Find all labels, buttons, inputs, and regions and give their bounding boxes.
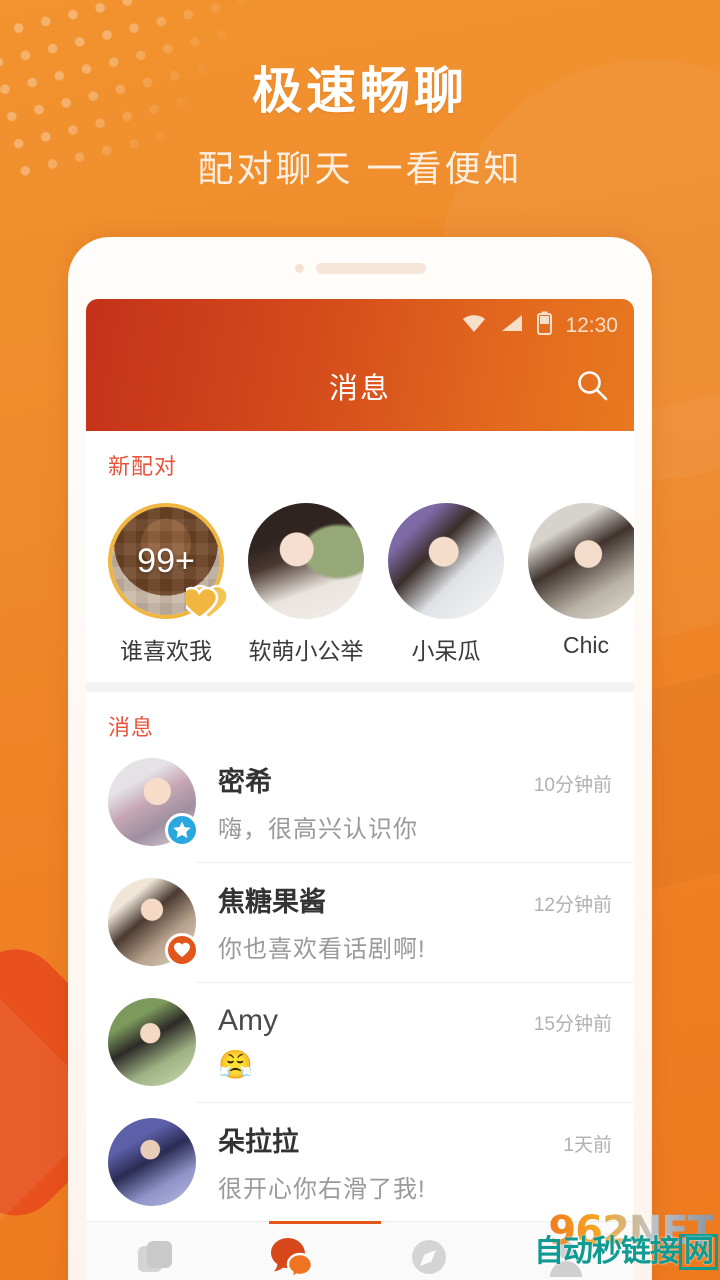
match-label: Chic bbox=[562, 632, 609, 658]
cellular-signal-icon bbox=[500, 313, 524, 339]
app-header-bar: 12:30 消息 bbox=[86, 299, 634, 431]
message-list-item[interactable]: 焦糖果酱 12分钟前 你也喜欢看话剧啊! bbox=[86, 862, 634, 982]
section-divider bbox=[86, 682, 634, 692]
earpiece-speaker-slot bbox=[315, 262, 426, 274]
match-card-who-likes-me[interactable]: 99+ 谁喜欢我 bbox=[108, 503, 229, 666]
hero-title: 极速畅聊 bbox=[252, 63, 468, 119]
match-card[interactable]: 软萌小公举 bbox=[248, 503, 364, 666]
avatar bbox=[248, 503, 364, 619]
heart-badge-icon bbox=[180, 583, 229, 621]
message-preview: 很开心你右滑了我! bbox=[218, 1176, 426, 1203]
avatar bbox=[108, 1118, 196, 1206]
message-top-row: 焦糖果酱 12分钟前 bbox=[218, 880, 612, 919]
star-badge-icon bbox=[165, 813, 199, 847]
message-body: 密希 10分钟前 嗨，很高兴认识你 bbox=[196, 760, 612, 844]
profile-photo bbox=[528, 503, 634, 619]
nav-tab-chat[interactable] bbox=[223, 1222, 360, 1280]
avatar-wrap bbox=[528, 503, 634, 619]
contact-name: 密希 bbox=[218, 767, 272, 797]
message-body: 焦糖果酱 12分钟前 你也喜欢看话剧啊! bbox=[196, 880, 612, 964]
site-watermark: 962NET 自动秒链接网 bbox=[534, 1204, 720, 1272]
message-list: 密希 10分钟前 嗨，很高兴认识你 焦糖果酱 12分钟前 你也喜欢看话剧啊! A… bbox=[86, 742, 634, 1222]
avatar-wrap bbox=[108, 878, 199, 967]
message-preview: 嗨，很高兴认识你 bbox=[218, 816, 418, 843]
message-timestamp: 15分钟前 bbox=[533, 1013, 612, 1035]
avatar-wrap bbox=[108, 758, 199, 847]
new-matches-section: 新配对 99+ 谁喜欢我 软萌小公举 小呆瓜 Chic bbox=[86, 431, 634, 682]
profile-photo bbox=[108, 1118, 196, 1206]
message-timestamp: 12分钟前 bbox=[533, 895, 612, 916]
compass-explore-icon bbox=[409, 1237, 449, 1280]
message-timestamp: 1天前 bbox=[563, 1135, 612, 1156]
messages-label: 消息 bbox=[108, 715, 155, 740]
phone-mockup-frame: 12:30 消息 新配对 99+ 谁喜欢我 软萌小公举 小呆瓜 Chic 消息 … bbox=[68, 237, 652, 1280]
message-timestamp: 10分钟前 bbox=[533, 775, 612, 796]
nav-tab-explore[interactable] bbox=[360, 1222, 497, 1280]
match-card[interactable]: Chic bbox=[528, 503, 634, 666]
message-body: Amy 15分钟前 😤 bbox=[196, 1004, 612, 1081]
phone-top-bezel bbox=[68, 237, 652, 299]
messages-section: 消息 密希 10分钟前 嗨，很高兴认识你 焦糖果酱 12分钟前 你也喜欢看话剧啊… bbox=[86, 692, 634, 1222]
profile-photo bbox=[248, 503, 364, 619]
battery-icon bbox=[537, 311, 553, 341]
hero-banner: 极速畅聊 配对聊天 一看便知 bbox=[0, 62, 720, 192]
match-card[interactable]: 小呆瓜 bbox=[388, 503, 504, 666]
phone-screen: 12:30 消息 新配对 99+ 谁喜欢我 软萌小公举 小呆瓜 Chic 消息 … bbox=[86, 299, 634, 1280]
match-label: 小呆瓜 bbox=[411, 638, 481, 664]
chat-bubbles-icon bbox=[270, 1236, 314, 1280]
message-top-row: 朵拉拉 1天前 bbox=[218, 1120, 612, 1159]
contact-name: Amy bbox=[218, 1003, 278, 1037]
message-list-item[interactable]: 密希 10分钟前 嗨，很高兴认识你 bbox=[86, 742, 634, 862]
message-preview: 你也喜欢看话剧啊! bbox=[218, 936, 426, 963]
status-bar: 12:30 bbox=[461, 311, 618, 341]
match-label: 软萌小公举 bbox=[248, 638, 364, 664]
status-time: 12:30 bbox=[565, 314, 618, 337]
message-top-row: Amy 15分钟前 bbox=[218, 1004, 612, 1038]
message-preview: 😤 bbox=[218, 1048, 254, 1080]
message-list-item[interactable]: Amy 15分钟前 😤 bbox=[86, 982, 634, 1102]
avatar bbox=[528, 503, 634, 619]
avatar bbox=[388, 503, 504, 619]
heart-badge-icon bbox=[165, 933, 199, 967]
front-camera-icon bbox=[294, 263, 304, 273]
message-body: 朵拉拉 1天前 很开心你右滑了我! bbox=[196, 1120, 612, 1204]
cards-stack-icon bbox=[134, 1236, 176, 1280]
avatar-wrap bbox=[388, 503, 504, 619]
app-header-title-row: 消息 bbox=[86, 355, 634, 417]
search-icon[interactable] bbox=[568, 361, 616, 409]
match-label: 谁喜欢我 bbox=[120, 638, 212, 664]
avatar-wrap bbox=[248, 503, 364, 619]
page-title: 消息 bbox=[328, 373, 391, 405]
new-matches-carousel[interactable]: 99+ 谁喜欢我 软萌小公举 小呆瓜 Chic bbox=[86, 481, 634, 682]
wifi-icon bbox=[461, 313, 487, 339]
message-top-row: 密希 10分钟前 bbox=[218, 760, 612, 799]
new-matches-label: 新配对 bbox=[108, 454, 178, 479]
avatar-wrap bbox=[108, 998, 196, 1086]
nav-tab-cards[interactable] bbox=[86, 1222, 223, 1280]
contact-name: 焦糖果酱 bbox=[218, 887, 326, 917]
contact-name: 朵拉拉 bbox=[218, 1127, 299, 1157]
avatar-wrap bbox=[108, 1118, 196, 1206]
profile-photo bbox=[388, 503, 504, 619]
profile-photo bbox=[108, 998, 196, 1086]
hero-subtitle: 配对聊天 一看便知 bbox=[197, 148, 523, 189]
avatar-wrap: 99+ bbox=[108, 503, 229, 620]
avatar bbox=[108, 998, 196, 1086]
watermark-chinese-text: 自动秒链接网 bbox=[534, 1226, 718, 1270]
